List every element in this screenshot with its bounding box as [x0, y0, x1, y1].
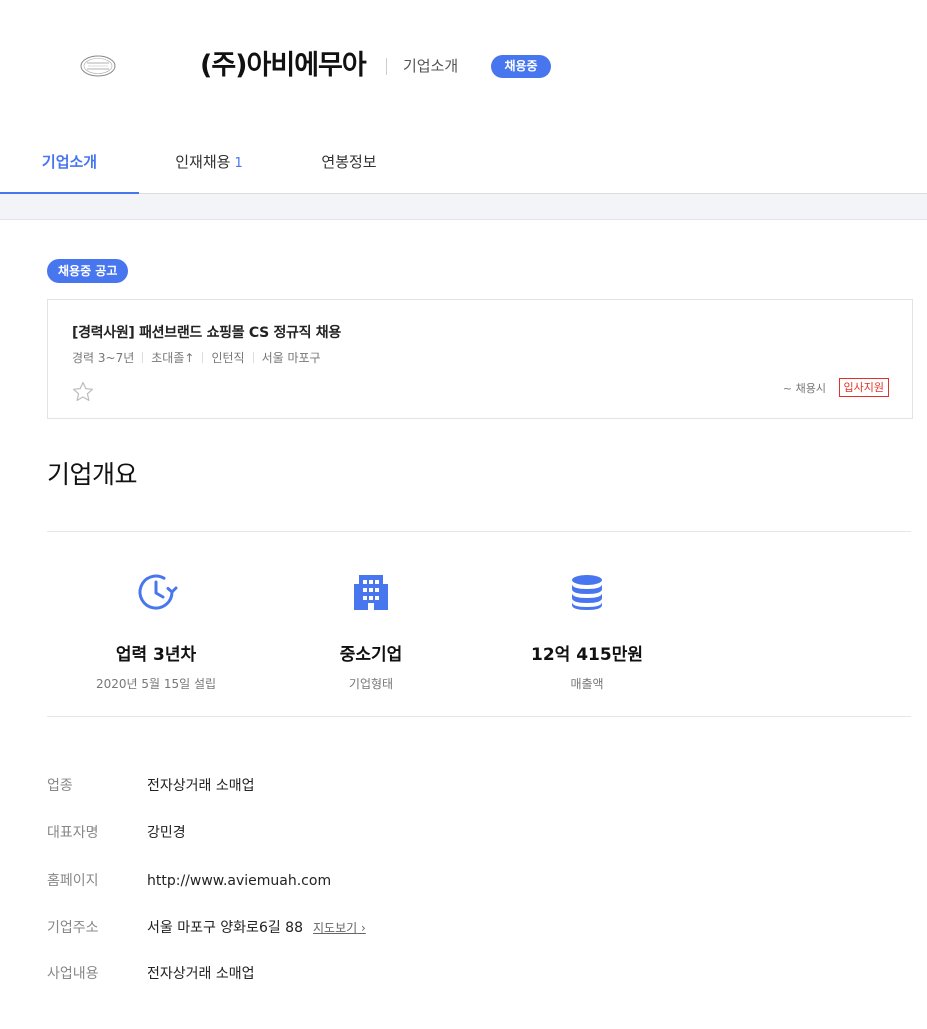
info-label: 업종: [47, 778, 73, 794]
hiring-status-badge: 채용중: [491, 55, 551, 78]
company-logo: [80, 55, 116, 77]
job-title[interactable]: [경력사원] 패션브랜드 쇼핑몰 CS 정규직 채용: [72, 322, 341, 342]
stat-label: 2020년 5월 15일 설립: [95, 677, 217, 691]
stat-label: 매출액: [570, 677, 604, 691]
coins-icon: [572, 575, 602, 610]
company-name: (주)아비에무아: [200, 50, 367, 81]
job-posting-card[interactable]: [경력사원] 패션브랜드 쇼핑몰 CS 정규직 채용 경력 3~7년 초대졸↑ …: [47, 299, 913, 419]
section-separator-band: [0, 194, 927, 220]
tab-count: 1: [234, 156, 243, 171]
info-label: 기업주소: [47, 920, 99, 936]
job-education: 초대졸↑: [151, 351, 195, 365]
address-value: 서울 마포구 양화로6길 88 지도보기 ›: [147, 916, 366, 940]
divider: [47, 531, 911, 532]
info-label: 대표자명: [47, 825, 99, 841]
stat-value: 업력 3년차: [115, 645, 197, 665]
divider: [47, 716, 911, 717]
info-row-industry: 업종 전자상거래 소매업: [47, 774, 907, 798]
active-postings-badge: 채용중 공고: [47, 259, 129, 283]
info-label: 사업내용: [47, 966, 99, 982]
job-employment-type: 인턴직: [211, 351, 245, 365]
stat-company-age: 업력 3년차 2020년 5월 15일 설립: [46, 570, 266, 692]
info-value: 전자상거래 소매업: [147, 778, 255, 794]
info-row-address: 기업주소 서울 마포구 양화로6길 88 지도보기 ›: [47, 916, 907, 940]
tab-salary-info[interactable]: 연봉정보: [279, 137, 419, 194]
overview-title: 기업개요: [47, 460, 138, 489]
job-experience: 경력 3~7년: [72, 351, 135, 365]
tab-label: 연봉정보: [321, 153, 377, 171]
info-value: 강민경: [147, 825, 186, 841]
address-text: 서울 마포구 양화로6길 88: [147, 920, 303, 936]
job-location: 서울 마포구: [261, 351, 321, 365]
tab-label: 인재채용: [175, 153, 231, 171]
info-row-ceo: 대표자명 강민경: [47, 821, 907, 845]
header-subtitle: 기업소개: [403, 57, 459, 75]
apply-button[interactable]: 입사지원: [838, 378, 889, 397]
stat-company-type: 중소기업 기업형태: [261, 570, 481, 692]
tab-label: 기업소개: [41, 153, 98, 171]
tab-company-intro[interactable]: 기업소개: [0, 137, 139, 195]
history-clock-icon: [138, 574, 178, 610]
star-icon[interactable]: [71, 380, 95, 404]
building-icon: [354, 575, 388, 610]
map-link[interactable]: 지도보기 ›: [313, 921, 366, 935]
stat-label: 기업형태: [348, 677, 394, 691]
stat-value: 중소기업: [339, 645, 403, 665]
company-tabs: 기업소개 인재채용 1 연봉정보: [0, 137, 927, 195]
chevron-right-icon: ›: [361, 921, 366, 935]
meta-divider: [142, 352, 144, 363]
meta-divider: [252, 352, 254, 363]
stat-value: 12억 415만원: [531, 645, 643, 665]
company-header: (주)아비에무아 기업소개 채용중: [0, 0, 927, 130]
info-row-business: 사업내용 전자상거래 소매업: [47, 962, 907, 986]
homepage-link[interactable]: http://www.aviemuah.com: [147, 869, 331, 893]
header-divider: [386, 58, 387, 75]
info-label: 홈페이지: [47, 873, 99, 889]
meta-divider: [202, 352, 204, 363]
tab-recruitment[interactable]: 인재채용 1: [139, 137, 279, 194]
info-value: 전자상거래 소매업: [147, 966, 255, 982]
job-meta: 경력 3~7년 초대졸↑ 인턴직 서울 마포구: [72, 349, 321, 366]
stat-revenue: 12억 415만원 매출액: [477, 570, 697, 692]
info-row-homepage: 홈페이지 http://www.aviemuah.com: [47, 869, 907, 893]
job-deadline: ~ 채용시: [782, 382, 826, 395]
map-link-label: 지도보기: [313, 921, 358, 935]
